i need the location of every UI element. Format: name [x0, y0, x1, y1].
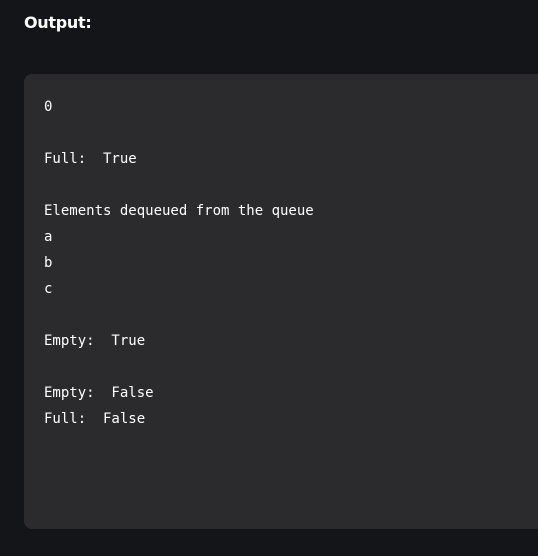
output-line: c	[44, 281, 53, 297]
output-line: Full: False	[44, 411, 146, 427]
output-line: Empty: True	[44, 333, 146, 349]
output-line: Elements dequeued from the queue	[44, 203, 314, 219]
output-line: b	[44, 255, 53, 271]
output-panel: 0 Full: True Elements dequeued from the …	[24, 74, 538, 529]
output-line: a	[44, 229, 53, 245]
output-line: 0	[44, 99, 53, 115]
output-heading: Output:	[24, 13, 92, 32]
output-line: Empty: False	[44, 385, 154, 401]
output-line: Full: True	[44, 151, 137, 167]
output-text: 0 Full: True Elements dequeued from the …	[44, 94, 314, 432]
